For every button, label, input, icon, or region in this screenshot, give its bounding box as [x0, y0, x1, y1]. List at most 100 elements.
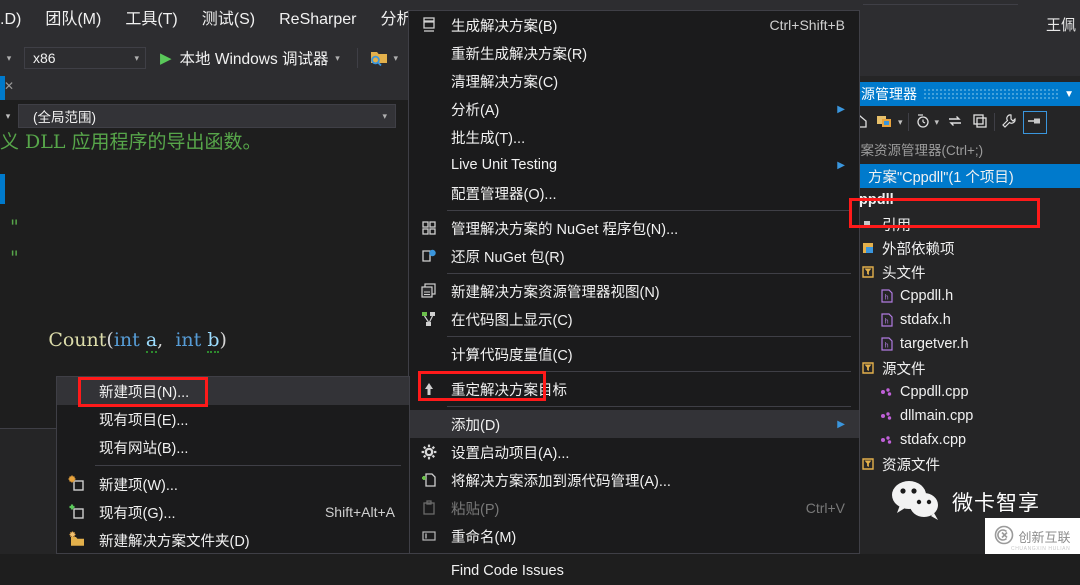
close-icon[interactable]: ✕ [4, 79, 14, 93]
menu-item-clean-solution[interactable]: 清理解决方案(C) [409, 67, 859, 95]
submenu-item-new-item[interactable]: 新建项(W)... [57, 470, 409, 498]
chevron-down-icon[interactable]: ▼ [1064, 89, 1074, 100]
tree-node-solution[interactable]: 方案"Cppdll"(1 个项目) [845, 164, 1080, 188]
menu-item-add[interactable]: 添加(D) ▶ [409, 410, 859, 438]
rename-icon [419, 526, 439, 546]
dropdown2-icon[interactable]: ▾ [935, 117, 940, 128]
visual-studio-window: .D) 团队(M) 工具(T) 测试(S) ReSharper 分析(N 王佩 … [0, 0, 1080, 579]
tree-node-file[interactable]: stdafx.cpp [845, 428, 1080, 452]
menu-item-shortcut: Ctrl+Shift+B [769, 17, 845, 33]
menu-item-label: 清理解决方案(C) [451, 74, 559, 91]
menu-item-debug[interactable]: .D) [0, 0, 33, 40]
menu-item-new-solution-explorer-view[interactable]: 新建解决方案资源管理器视图(N) [409, 277, 859, 305]
chevron-right-icon: ▶ [837, 103, 845, 115]
menu-item-label: 重命名(M) [451, 529, 517, 546]
tree-node-label: Cppdll.h [900, 288, 954, 304]
paste-icon [419, 498, 439, 518]
dropdown-icon[interactable]: ▾ [898, 117, 903, 128]
menu-item-test[interactable]: 测试(S) [190, 0, 267, 40]
drag-handle[interactable] [923, 88, 1059, 100]
site-watermark: 创新互联 CHUANGXIN HULIAN [985, 518, 1080, 554]
submenu-item-existing-project[interactable]: 现有项目(E)... [57, 405, 409, 433]
folder-search-icon[interactable] [368, 48, 390, 68]
menu-item-label: 新建解决方案资源管理器视图(N) [451, 284, 660, 301]
menu-item-label: 现有项目(E)... [99, 412, 189, 429]
tree-node-file[interactable]: h targetver.h [845, 332, 1080, 356]
menu-item-add-solution-to-source-control[interactable]: 将解决方案添加到源代码管理(A)... [409, 466, 859, 494]
menu-item-calculate-code-metrics[interactable]: 计算代码度量值(C) [409, 340, 859, 368]
chevron-down-icon[interactable]: ▾ [329, 47, 347, 69]
menu-item-resharper[interactable]: ReSharper [267, 0, 368, 40]
tree-node-source-files-folder[interactable]: 源文件 [845, 356, 1080, 380]
play-icon[interactable]: ▶ [160, 49, 172, 67]
submenu-item-new-project[interactable]: 新建项目(N)... [57, 377, 409, 405]
svg-text:h: h [885, 343, 889, 351]
tree-node-file[interactable]: h Cppdll.h [845, 284, 1080, 308]
tree-node-file[interactable]: Cppdll.cpp [845, 380, 1080, 404]
solution-explorer-search[interactable]: 方案资源管理器(Ctrl+;) [845, 138, 1080, 160]
menu-item-batch-build[interactable]: 批生成(T)... [409, 123, 859, 151]
solution-context-menu: 生成解决方案(B) Ctrl+Shift+B 重新生成解决方案(R) 清理解决方… [408, 10, 860, 579]
tree-node-references[interactable]: 引用 [845, 212, 1080, 236]
account-name[interactable]: 王佩 [1046, 14, 1076, 35]
tree-node-resource-files-folder[interactable]: 资源文件 [845, 452, 1080, 476]
menu-item-rename[interactable]: 重命名(M) [409, 522, 859, 550]
code-map-icon [419, 309, 439, 329]
nuget-manage-icon [419, 218, 439, 238]
menu-item-team[interactable]: 团队(M) [33, 0, 113, 40]
tree-node-project[interactable]: ppdll [845, 188, 1080, 212]
header-file-icon: h [879, 288, 895, 304]
code-line-comment-3: " [10, 247, 19, 269]
menu-item-label: 新建项(W)... [99, 477, 178, 494]
tree-node-header-files-folder[interactable]: 头文件 [845, 260, 1080, 284]
build-icon [419, 15, 439, 35]
menu-item-analyze[interactable]: 分析(A) ▶ [409, 95, 859, 123]
show-all-files-icon[interactable] [1023, 110, 1048, 134]
new-explorer-view-icon [419, 281, 439, 301]
submenu-item-existing-website[interactable]: 现有网站(B)... [57, 433, 409, 461]
menu-item-shortcut: Ctrl+V [805, 500, 845, 516]
menu-item-configuration-manager[interactable]: 配置管理器(O)... [409, 179, 859, 207]
menu-item-label: 分析(A) [451, 102, 500, 119]
scope-combo[interactable]: (全局范围) ▾ [18, 104, 396, 128]
menu-item-tools[interactable]: 工具(T) [113, 0, 189, 40]
solution-explorer-toolbar: ▾ ▾ [845, 108, 1080, 136]
tree-node-label: 资源文件 [882, 457, 940, 474]
sync-with-document-icon[interactable] [875, 112, 895, 133]
tree-node-label: stdafx.cpp [900, 432, 967, 448]
folder-filter-icon [861, 264, 877, 280]
menu-item-manage-nuget[interactable]: 管理解决方案的 NuGet 程序包(N)... [409, 214, 859, 242]
tree-node-external-dependencies[interactable]: 外部依赖项 [845, 236, 1080, 260]
toolbar-overflow-icon[interactable]: ▾ [394, 53, 399, 64]
properties-icon[interactable] [1000, 112, 1018, 133]
tree-node-label: 头文件 [882, 265, 926, 282]
menu-item-show-on-code-map[interactable]: 在代码图上显示(C) [409, 305, 859, 333]
chevron-down-icon[interactable]: ▾ [0, 47, 18, 69]
menu-item-restore-nuget[interactable]: 还原 NuGet 包(R) [409, 242, 859, 270]
menu-item-retarget-solution[interactable]: 重定解决方案目标 [409, 375, 859, 403]
menu-item-find-code-issues[interactable]: Find Code Issues [409, 557, 859, 585]
menu-item-live-unit-testing[interactable]: Live Unit Testing ▶ [409, 151, 859, 179]
new-folder-icon [67, 530, 87, 550]
platform-combo[interactable]: x86 ▾ [24, 47, 146, 69]
chevron-right-icon: ▶ [837, 159, 845, 171]
menu-item-rebuild-solution[interactable]: 重新生成解决方案(R) [409, 39, 859, 67]
new-item-icon [67, 474, 87, 494]
collapse-all-icon[interactable] [971, 112, 989, 133]
tree-node-file[interactable]: h stdafx.h [845, 308, 1080, 332]
menu-item-label: 配置管理器(O)... [451, 186, 557, 203]
submenu-item-new-solution-folder[interactable]: 新建解决方案文件夹(D) [57, 526, 409, 554]
gear-icon [419, 442, 439, 462]
refresh-icon[interactable] [946, 112, 964, 133]
tree-node-label: ppdll [859, 192, 894, 208]
submenu-item-existing-item[interactable]: 现有项(G)... Shift+Alt+A [57, 498, 409, 526]
menu-item-build-solution[interactable]: 生成解决方案(B) Ctrl+Shift+B [409, 11, 859, 39]
menu-item-label: 粘贴(P) [451, 501, 500, 518]
chevron-down-icon[interactable]: ▾ [0, 106, 16, 126]
start-debug-label[interactable]: 本地 Windows 调试器 [180, 47, 329, 69]
menu-item-label: 新建项目(N)... [99, 384, 190, 401]
pending-changes-icon[interactable] [914, 112, 932, 133]
menu-item-set-startup-projects[interactable]: 设置启动项目(A)... [409, 438, 859, 466]
watermark-subtext: CHUANGXIN HULIAN [1011, 546, 1071, 552]
tree-node-file[interactable]: dllmain.cpp [845, 404, 1080, 428]
